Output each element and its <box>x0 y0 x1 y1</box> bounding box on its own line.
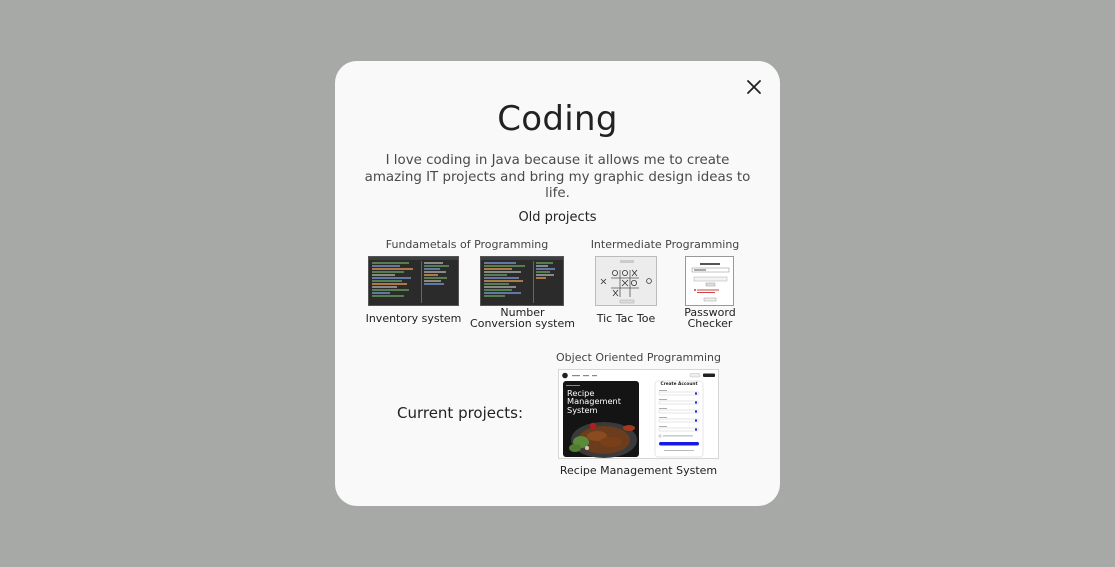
group-label-fundamentals: Fundametals of Programming <box>385 238 549 251</box>
tic-tac-toe-board-icon <box>600 260 652 304</box>
group-label-oop: Object Oriented Programming <box>556 351 721 364</box>
modal-description: I love coding in Java because it allows … <box>364 153 751 201</box>
recipe-hero-title: Recipe Management System <box>567 388 621 415</box>
tic-tac-toe-label: Tic Tac Toe <box>596 312 656 325</box>
close-icon <box>747 80 761 94</box>
password-form-icon <box>691 263 730 302</box>
inventory-system-thumbnail[interactable] <box>368 256 459 306</box>
recipe-management-thumbnail[interactable]: Recipe Management System Create Account <box>558 369 719 459</box>
recipe-form-title: Create Account <box>660 382 698 387</box>
password-checker-label: Password Checker <box>684 306 736 330</box>
number-conversion-label: Number Conversion system <box>470 306 575 330</box>
group-label-intermediate: Intermediate Programming <box>590 238 740 251</box>
current-projects-heading: Current projects: <box>396 404 524 422</box>
recipe-management-label: Recipe Management System <box>559 464 718 477</box>
number-conversion-thumbnail[interactable] <box>480 256 564 306</box>
old-projects-heading: Old projects <box>518 210 597 225</box>
inventory-system-label: Inventory system <box>365 312 462 325</box>
password-checker-thumbnail[interactable] <box>685 256 734 306</box>
close-button[interactable] <box>744 77 764 97</box>
coding-modal: Coding I love coding in Java because it … <box>335 61 780 506</box>
modal-title: Coding <box>497 99 618 139</box>
tic-tac-toe-thumbnail[interactable] <box>595 256 657 306</box>
